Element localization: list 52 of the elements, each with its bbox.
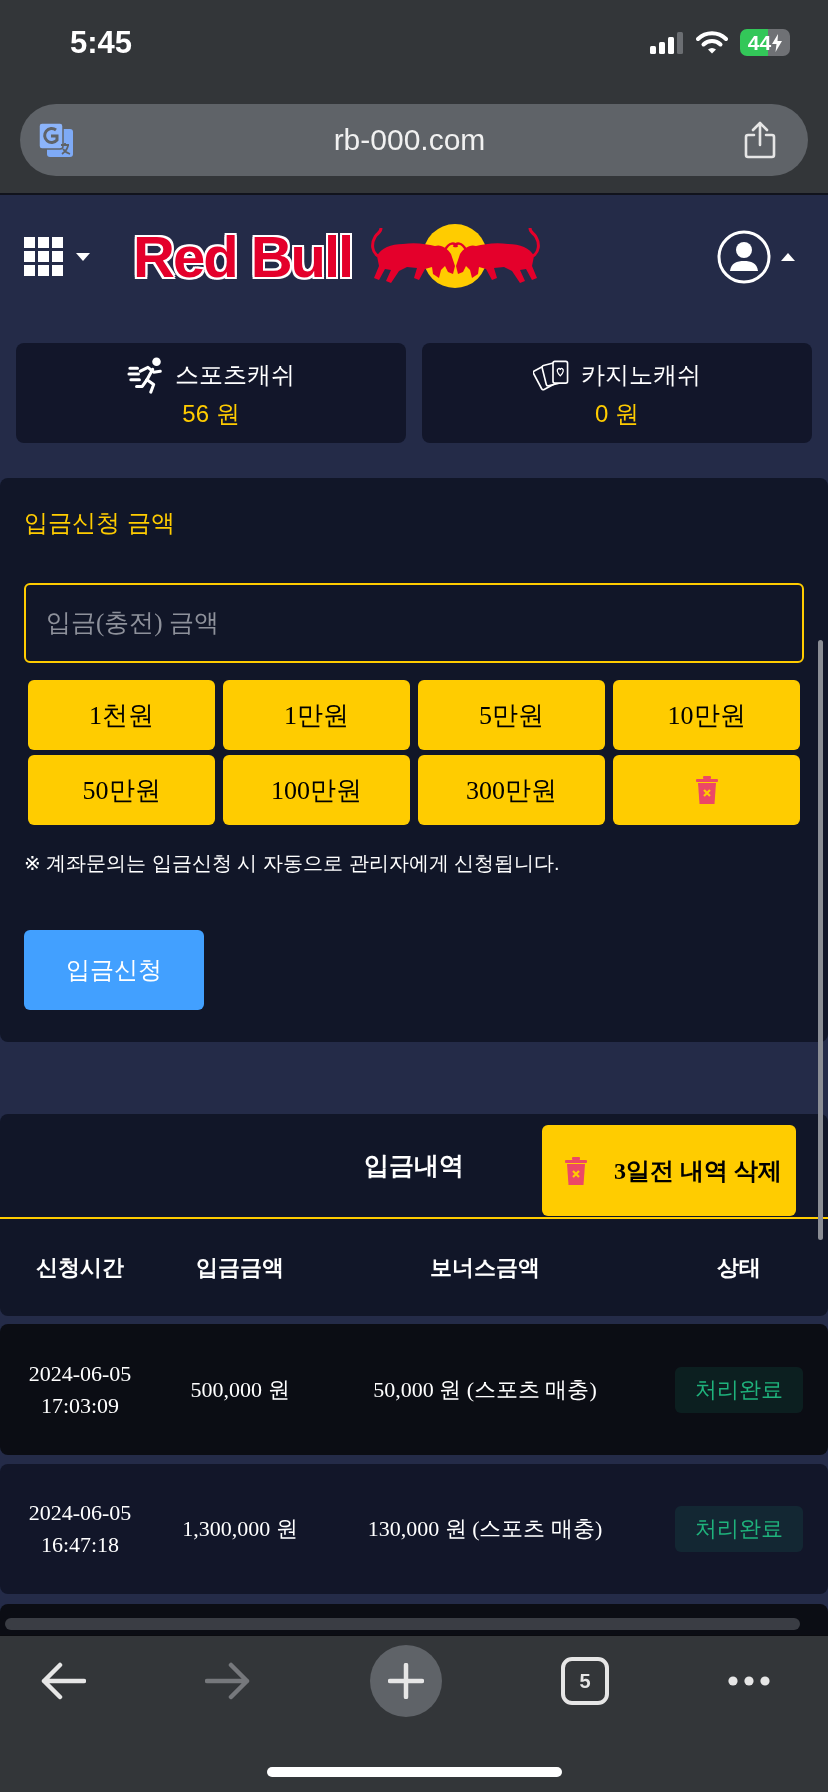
trash-icon	[564, 1156, 588, 1185]
charging-bolt-icon	[772, 33, 783, 52]
table-cell-text: 500,000 원	[190, 1375, 290, 1404]
horizontal-scrollbar-thumb[interactable]	[5, 1618, 800, 1630]
table-cell-text: 2024-06-05 16:47:18	[27, 1499, 133, 1559]
table-cell-text: 1,300,000 원	[182, 1515, 298, 1543]
deposit-amount-title: 입금신청 금액	[24, 508, 175, 538]
translate-icon[interactable]	[37, 121, 75, 159]
grid-menu-icon	[24, 237, 64, 277]
table-cell-text: 130,000 원 (스포츠 매충)	[367, 1515, 603, 1543]
back-arrow-icon[interactable]	[40, 1662, 86, 1700]
status-badge: 처리완료	[675, 1506, 803, 1552]
address-bar[interactable]: rb-000.com	[20, 104, 808, 176]
plus-icon	[388, 1663, 424, 1699]
amount-input[interactable]: 입금(충전) 금액	[24, 583, 804, 663]
wallet-label: 스포츠캐쉬	[175, 360, 295, 390]
more-icon[interactable]	[728, 1676, 770, 1686]
status-badge: 처리완료	[675, 1366, 803, 1413]
column-header: 상태	[717, 1253, 761, 1282]
column-header: 입금금액	[196, 1253, 284, 1282]
caret-down-icon	[76, 253, 90, 261]
quick-amount-button[interactable]: 10만원	[613, 680, 800, 750]
url-text[interactable]: rb-000.com	[75, 123, 744, 157]
trash-icon	[694, 776, 719, 804]
user-icon	[717, 230, 771, 284]
scrollbar-thumb[interactable]	[818, 640, 823, 1240]
wallet-amount: 56 원	[182, 399, 240, 429]
quick-amount-button[interactable]: 1만원	[223, 680, 410, 750]
table-cell-text: 2024-06-05 17:03:09	[27, 1359, 133, 1420]
account-button[interactable]	[717, 230, 795, 284]
wallet-label: 카지노캐쉬	[581, 360, 701, 390]
wallet-amount: 0 원	[595, 399, 639, 429]
signal-icon	[650, 31, 684, 54]
clear-amount-button[interactable]	[613, 755, 800, 825]
quick-amount-button[interactable]: 1천원	[28, 680, 215, 750]
column-header: 신청시간	[36, 1253, 124, 1282]
menu-button[interactable]	[24, 237, 90, 277]
caret-up-icon	[781, 253, 795, 261]
table-cell-text: 50,000 원 (스포츠 매충)	[373, 1375, 597, 1404]
quick-amount-button[interactable]: 5만원	[418, 680, 605, 750]
quick-amount-button[interactable]: 300만원	[418, 755, 605, 825]
notice-text: ※ 계좌문의는 입금신청 시 자동으로 관리자에게 신청됩니다.	[24, 851, 560, 876]
battery-level-text: 44	[747, 32, 772, 53]
quick-amount-button[interactable]: 50만원	[28, 755, 215, 825]
column-header: 보너스금액	[430, 1253, 540, 1282]
quick-amount-button[interactable]: 100만원	[223, 755, 410, 825]
share-icon[interactable]	[744, 121, 776, 159]
status-time: 5:45	[70, 24, 133, 61]
tabs-button[interactable]: 5	[561, 1657, 609, 1705]
delete-history-button[interactable]: 3일전 내역 삭제	[542, 1125, 796, 1216]
deposit-history-title: 입금내역	[364, 1150, 464, 1181]
wifi-icon	[696, 31, 728, 54]
